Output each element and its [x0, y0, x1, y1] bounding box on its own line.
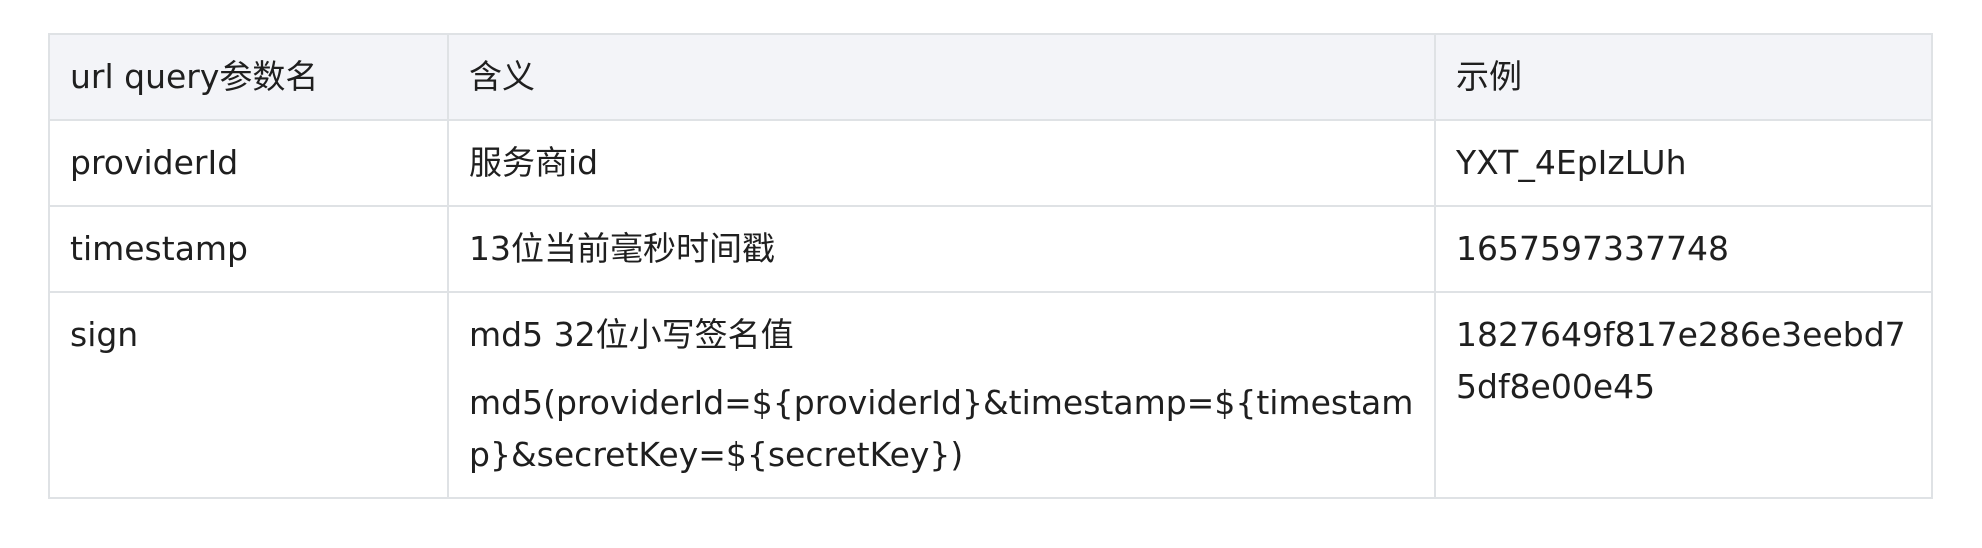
param-example-cell: 1827649f817e286e3eebd75df8e00e45	[1434, 291, 1933, 499]
table-row: providerId 服务商id YXT_4EpIzLUh	[48, 119, 1933, 207]
param-meaning-cell: md5 32位小写签名值 md5(providerId=${providerId…	[447, 291, 1436, 499]
table-row: timestamp 13位当前毫秒时间戳 1657597337748	[48, 205, 1933, 293]
param-name-cell: timestamp	[48, 205, 449, 293]
header-meaning: 含义	[447, 33, 1436, 121]
meaning-formula-text: md5(providerId=${providerId}&timestamp=$…	[469, 383, 1414, 474]
param-example-cell: YXT_4EpIzLUh	[1434, 119, 1933, 207]
meaning-text: 服务商id	[469, 143, 599, 182]
param-name-cell: sign	[48, 291, 449, 499]
meaning-text: md5 32位小写签名值	[469, 315, 794, 354]
param-meaning-cell: 服务商id	[447, 119, 1436, 207]
header-param-name: url query参数名	[48, 33, 449, 121]
param-meaning-cell: 13位当前毫秒时间戳	[447, 205, 1436, 293]
param-example-cell: 1657597337748	[1434, 205, 1933, 293]
url-query-params-table: url query参数名 含义 示例 providerId 服务商id YXT_…	[48, 33, 1933, 499]
table-row: sign md5 32位小写签名值 md5(providerId=${provi…	[48, 291, 1933, 499]
meaning-text: 13位当前毫秒时间戳	[469, 229, 775, 268]
param-name-cell: providerId	[48, 119, 449, 207]
header-example: 示例	[1434, 33, 1933, 121]
params-table-container: url query参数名 含义 示例 providerId 服务商id YXT_…	[48, 33, 1933, 499]
table-header-row: url query参数名 含义 示例	[48, 33, 1933, 121]
